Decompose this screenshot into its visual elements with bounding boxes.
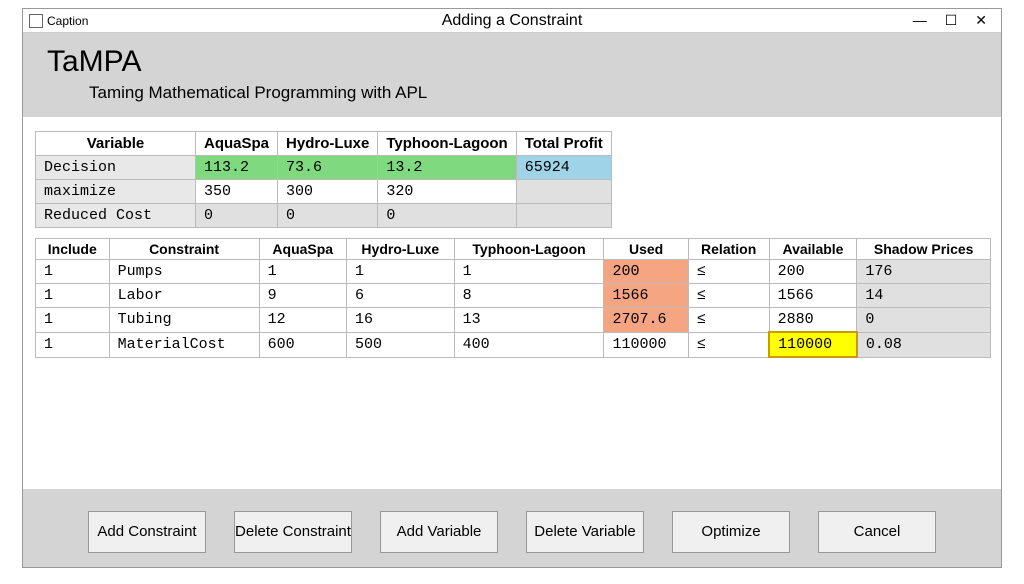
minimize-icon[interactable]: — — [913, 12, 927, 29]
table-row[interactable]: 1 Pumps 1 1 1 200 ≤ 200 176 — [36, 260, 991, 284]
add-variable-button[interactable]: Add Variable — [380, 511, 498, 553]
app-icon — [29, 14, 43, 28]
cell[interactable]: 0 — [857, 308, 991, 333]
cell[interactable]: 2880 — [769, 308, 857, 333]
cell[interactable]: 1566 — [769, 284, 857, 308]
col-header: Used — [604, 239, 688, 260]
cell[interactable]: 2707.6 — [604, 308, 688, 333]
table-row[interactable]: Decision 113.2 73.6 13.2 65924 — [36, 156, 612, 180]
close-icon[interactable]: ✕ — [975, 12, 987, 29]
table-row[interactable]: 1 Tubing 12 16 13 2707.6 ≤ 2880 0 — [36, 308, 991, 333]
cell[interactable]: 13 — [454, 308, 604, 333]
delete-constraint-button[interactable]: Delete Constraint — [234, 511, 352, 553]
cell[interactable]: 300 — [278, 180, 378, 204]
button-bar: Add Constraint Delete Constraint Add Var… — [23, 489, 1001, 567]
cell[interactable]: 0 — [378, 204, 516, 228]
col-header: AquaSpa — [196, 132, 278, 156]
cell[interactable]: 16 — [346, 308, 454, 333]
header: TaMPA Taming Mathematical Programming wi… — [23, 33, 1001, 117]
col-header: Available — [769, 239, 857, 260]
cell[interactable]: 110000 — [604, 332, 688, 357]
window-caption: Caption — [47, 14, 88, 28]
row-label: maximize — [36, 180, 196, 204]
app-title: TaMPA — [47, 45, 977, 79]
table-row[interactable]: 1 MaterialCost 600 500 400 110000 ≤ 1100… — [36, 332, 991, 357]
cell[interactable]: 1 — [36, 260, 110, 284]
cell[interactable]: 1 — [36, 284, 110, 308]
cell[interactable]: 200 — [769, 260, 857, 284]
col-header: Hydro-Luxe — [278, 132, 378, 156]
row-label: Reduced Cost — [36, 204, 196, 228]
table-row[interactable]: 1 Labor 9 6 8 1566 ≤ 1566 14 — [36, 284, 991, 308]
cell[interactable]: ≤ — [688, 308, 769, 333]
cell[interactable]: 9 — [259, 284, 346, 308]
col-header: Include — [36, 239, 110, 260]
cell[interactable]: 13.2 — [378, 156, 516, 180]
constraint-table: Include Constraint AquaSpa Hydro-Luxe Ty… — [35, 238, 991, 358]
table-row[interactable]: Reduced Cost 0 0 0 — [36, 204, 612, 228]
cell[interactable]: 1 — [36, 332, 110, 357]
titlebar-title: Adding a Constraint — [442, 12, 583, 30]
cell[interactable]: Tubing — [109, 308, 259, 333]
cell[interactable]: 73.6 — [278, 156, 378, 180]
cell[interactable]: 12 — [259, 308, 346, 333]
cell[interactable]: 113.2 — [196, 156, 278, 180]
col-header: AquaSpa — [259, 239, 346, 260]
delete-variable-button[interactable]: Delete Variable — [526, 511, 644, 553]
cell[interactable]: 350 — [196, 180, 278, 204]
cell[interactable]: 0.08 — [857, 332, 991, 357]
maximize-icon[interactable]: ☐ — [945, 12, 958, 29]
cell[interactable]: 1 — [454, 260, 604, 284]
table-row[interactable]: maximize 350 300 320 — [36, 180, 612, 204]
col-header: Typhoon-Lagoon — [454, 239, 604, 260]
cell[interactable]: 1 — [36, 308, 110, 333]
cell[interactable]: 500 — [346, 332, 454, 357]
cell — [516, 204, 611, 228]
col-header: Constraint — [109, 239, 259, 260]
cell-selected[interactable]: 110000 — [769, 332, 857, 357]
cell[interactable]: MaterialCost — [109, 332, 259, 357]
cell[interactable]: 1 — [346, 260, 454, 284]
cell[interactable]: 1566 — [604, 284, 688, 308]
cell[interactable]: 1 — [259, 260, 346, 284]
cell[interactable]: 6 — [346, 284, 454, 308]
cell[interactable]: 320 — [378, 180, 516, 204]
cell[interactable]: 600 — [259, 332, 346, 357]
content: Variable AquaSpa Hydro-Luxe Typhoon-Lago… — [23, 117, 1001, 372]
row-label: Decision — [36, 156, 196, 180]
cell[interactable]: 65924 — [516, 156, 611, 180]
app-subtitle: Taming Mathematical Programming with APL — [89, 83, 977, 103]
col-header: Variable — [36, 132, 196, 156]
add-constraint-button[interactable]: Add Constraint — [88, 511, 206, 553]
col-header: Shadow Prices — [857, 239, 991, 260]
cell[interactable]: Labor — [109, 284, 259, 308]
col-header: Typhoon-Lagoon — [378, 132, 516, 156]
optimize-button[interactable]: Optimize — [672, 511, 790, 553]
col-header: Relation — [688, 239, 769, 260]
cell[interactable]: 14 — [857, 284, 991, 308]
col-header: Hydro-Luxe — [346, 239, 454, 260]
col-header: Total Profit — [516, 132, 611, 156]
app-window: Caption Adding a Constraint — ☐ ✕ TaMPA … — [22, 8, 1002, 568]
cell[interactable]: ≤ — [688, 332, 769, 357]
cell[interactable]: 0 — [278, 204, 378, 228]
cell[interactable]: ≤ — [688, 260, 769, 284]
cell[interactable]: 176 — [857, 260, 991, 284]
cell — [516, 180, 611, 204]
cell[interactable]: 200 — [604, 260, 688, 284]
cell[interactable]: 0 — [196, 204, 278, 228]
cancel-button[interactable]: Cancel — [818, 511, 936, 553]
titlebar: Caption Adding a Constraint — ☐ ✕ — [23, 9, 1001, 33]
cell[interactable]: 8 — [454, 284, 604, 308]
cell[interactable]: ≤ — [688, 284, 769, 308]
cell[interactable]: Pumps — [109, 260, 259, 284]
variable-table: Variable AquaSpa Hydro-Luxe Typhoon-Lago… — [35, 131, 612, 228]
cell[interactable]: 400 — [454, 332, 604, 357]
